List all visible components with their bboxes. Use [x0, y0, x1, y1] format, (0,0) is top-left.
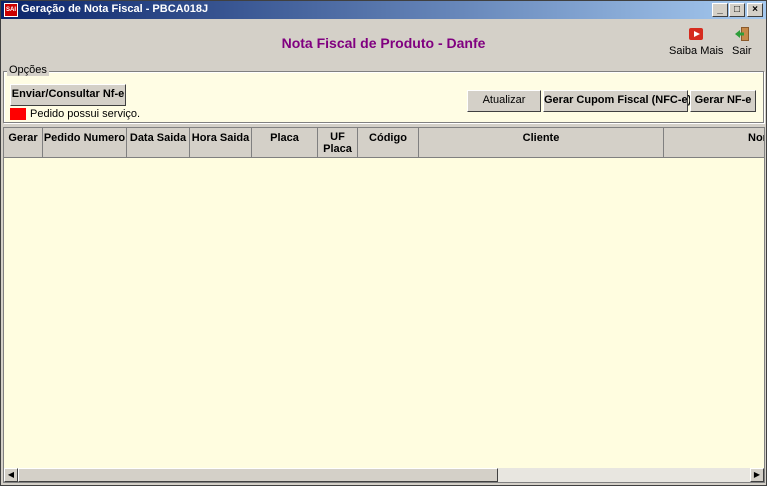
column-header-hora-saida[interactable]: Hora Saida [190, 128, 252, 158]
header: Nota Fiscal de Produto - Danfe Saiba Mai… [1, 19, 766, 67]
column-header-gerar[interactable]: Gerar [4, 128, 43, 158]
service-legend-label: Pedido possui serviço. [30, 108, 141, 120]
column-header-pedido-numero[interactable]: Pedido Numero [43, 128, 127, 158]
gerar-nfe-button[interactable]: Gerar NF-e [690, 90, 756, 112]
service-legend-swatch [10, 108, 26, 120]
orders-grid[interactable]: Gerar Pedido Numero Data Saida Hora Said… [3, 127, 765, 483]
minimize-button[interactable]: _ [712, 3, 728, 17]
title-bar[interactable]: SAI Geração de Nota Fiscal - PBCA018J _ … [1, 1, 766, 19]
video-play-icon [689, 28, 704, 40]
maximize-button[interactable]: □ [729, 3, 745, 17]
column-header-data-saida[interactable]: Data Saida [127, 128, 190, 158]
app-icon: SAI [4, 3, 18, 17]
exit-door-icon [734, 27, 749, 41]
sair-label: Sair [732, 45, 752, 57]
saiba-mais-button[interactable]: Saiba Mais [669, 25, 723, 57]
column-header-uf-placa[interactable]: UF Placa [318, 128, 358, 158]
sair-button[interactable]: Sair [732, 25, 752, 57]
close-button[interactable]: × [747, 3, 763, 17]
scroll-right-icon[interactable]: ▶ [750, 468, 764, 482]
column-header-nome[interactable]: Nome [664, 128, 764, 158]
scroll-left-icon[interactable]: ◀ [4, 468, 18, 482]
atualizar-button[interactable]: Atualizar [467, 90, 541, 112]
column-header-cliente[interactable]: Cliente [419, 128, 664, 158]
opcoes-legend: Opções [7, 64, 49, 76]
horizontal-scrollbar[interactable]: ◀ ▶ [4, 468, 764, 482]
page-title: Nota Fiscal de Produto - Danfe [281, 35, 486, 51]
saiba-mais-label: Saiba Mais [669, 45, 724, 57]
gerar-cupom-fiscal-button[interactable]: Gerar Cupom Fiscal (NFC-e) [543, 90, 691, 112]
column-header-placa[interactable]: Placa [252, 128, 318, 158]
window-title: Geração de Nota Fiscal - PBCA018J [21, 3, 209, 15]
enviar-consultar-nfe-button[interactable]: Enviar/Consultar Nf-e [10, 84, 126, 106]
scroll-thumb[interactable] [18, 468, 498, 482]
column-header-codigo[interactable]: Código [358, 128, 419, 158]
